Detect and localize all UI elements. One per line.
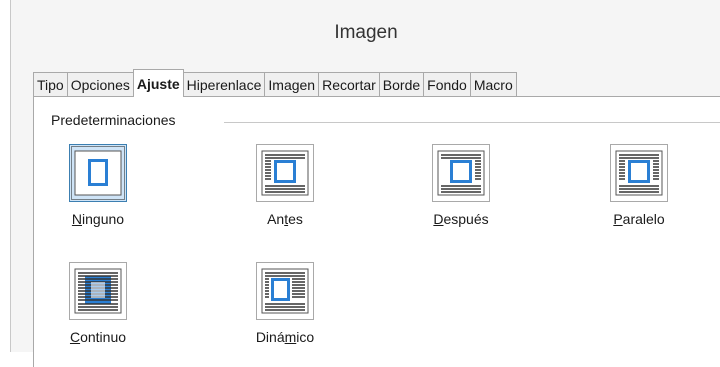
wrap-option-despues[interactable]: Después	[406, 144, 516, 227]
wrap-option-label: Paralelo	[613, 211, 665, 227]
tab-fondo[interactable]: Fondo	[423, 72, 470, 96]
dialog-title: Imagen	[334, 22, 398, 43]
wrap-option-ninguno[interactable]: Ninguno	[43, 144, 153, 227]
wrap-option-continuo[interactable]: Continuo	[43, 262, 153, 345]
tab-bar: Tipo Opciones Ajuste Hiperenlace Imagen …	[33, 69, 517, 97]
title-bar: Imagen	[11, 0, 720, 62]
wrap-option-dinamico[interactable]: Dinámico	[230, 262, 340, 345]
wrap-option-label: Continuo	[69, 329, 127, 345]
tab-opciones[interactable]: Opciones	[66, 72, 133, 96]
wrap-option-label: Dinámico	[255, 329, 315, 345]
wrap-after-icon	[432, 144, 490, 202]
tab-macro[interactable]: Macro	[469, 72, 517, 96]
wrap-parallel-icon	[610, 144, 668, 202]
wrap-through-icon	[69, 262, 127, 320]
tab-imagen[interactable]: Imagen	[264, 72, 319, 96]
wrap-option-label: Después	[433, 211, 489, 227]
group-divider	[224, 122, 720, 123]
tab-tipo[interactable]: Tipo	[33, 72, 67, 96]
tab-ajuste[interactable]: Ajuste	[132, 69, 184, 97]
wrap-before-icon	[256, 144, 314, 202]
wrap-option-paralelo[interactable]: Paralelo	[584, 144, 694, 227]
tab-recortar[interactable]: Recortar	[318, 72, 379, 96]
image-dialog: Imagen Tipo Opciones Ajuste Hiperenlace …	[10, 0, 720, 367]
tab-hiperenlace[interactable]: Hiperenlace	[183, 72, 265, 96]
wrap-option-label: Antes	[267, 211, 303, 227]
wrap-none-icon	[69, 144, 127, 202]
wrap-panel: Predeterminaciones Ninguno Antes Después…	[33, 96, 720, 367]
wrap-option-label: Ninguno	[71, 211, 125, 227]
tab-borde[interactable]: Borde	[378, 72, 424, 96]
wrap-optimal-icon	[256, 262, 314, 320]
presets-group-label: Predeterminaciones	[51, 112, 182, 128]
wrap-option-antes[interactable]: Antes	[230, 144, 340, 227]
